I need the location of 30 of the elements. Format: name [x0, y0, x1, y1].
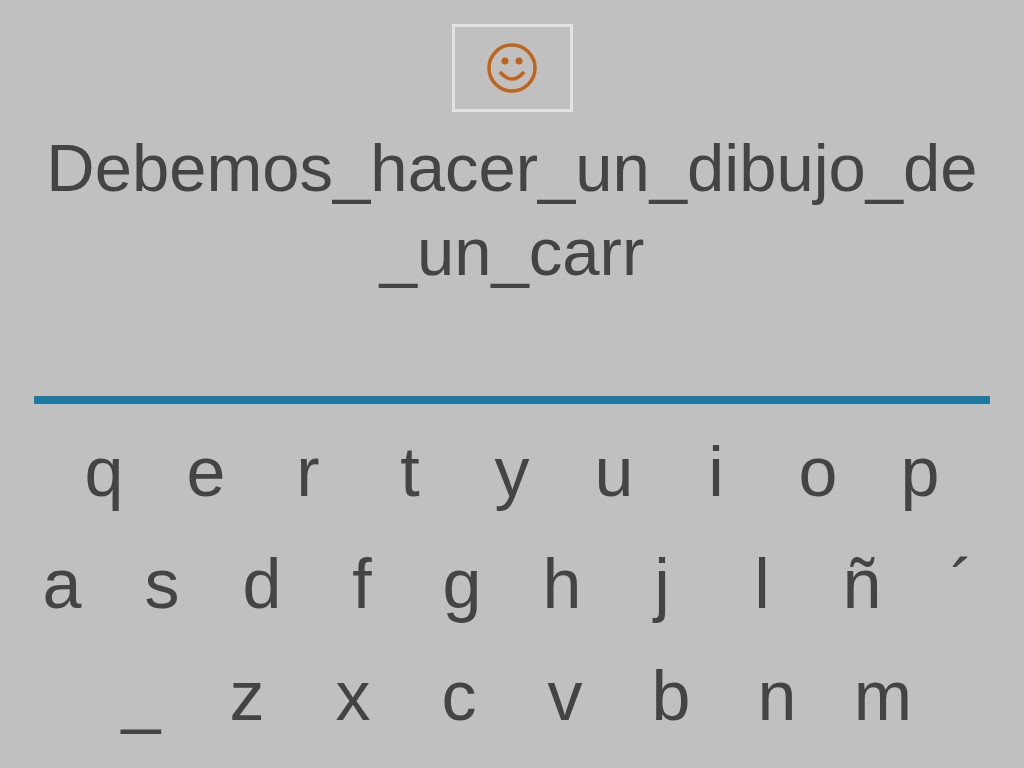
letter-key[interactable]: i: [666, 422, 766, 522]
letter-key[interactable]: _: [91, 646, 191, 746]
letter-key[interactable]: l: [712, 534, 812, 634]
letter-key[interactable]: a: [12, 534, 112, 634]
letter-key[interactable]: ñ: [812, 534, 912, 634]
letter-key[interactable]: n: [727, 646, 827, 746]
phrase-line: _un_carr: [379, 213, 645, 291]
letter-key[interactable]: b: [621, 646, 721, 746]
letter-key[interactable]: h: [512, 534, 612, 634]
letter-key[interactable]: m: [833, 646, 933, 746]
letter-key[interactable]: ´: [912, 534, 1012, 634]
letter-key[interactable]: o: [768, 422, 868, 522]
letter-key[interactable]: r: [258, 422, 358, 522]
letter-key[interactable]: d: [212, 534, 312, 634]
letter-key[interactable]: z: [197, 646, 297, 746]
letter-key[interactable]: v: [515, 646, 615, 746]
letter-key[interactable]: c: [409, 646, 509, 746]
letter-key[interactable]: t: [360, 422, 460, 522]
letter-key[interactable]: j: [612, 534, 712, 634]
letter-key[interactable]: f: [312, 534, 412, 634]
letter-key[interactable]: e: [156, 422, 256, 522]
letter-key[interactable]: s: [112, 534, 212, 634]
letter-key[interactable]: u: [564, 422, 664, 522]
letter-key[interactable]: x: [303, 646, 403, 746]
phrase-line: Debemos_hacer_un_dibujo_de: [46, 129, 978, 207]
letter-key[interactable]: p: [870, 422, 970, 522]
letter-key[interactable]: q: [54, 422, 154, 522]
smiley-icon: [486, 42, 538, 94]
letter-key[interactable]: g: [412, 534, 512, 634]
letter-key[interactable]: y: [462, 422, 562, 522]
